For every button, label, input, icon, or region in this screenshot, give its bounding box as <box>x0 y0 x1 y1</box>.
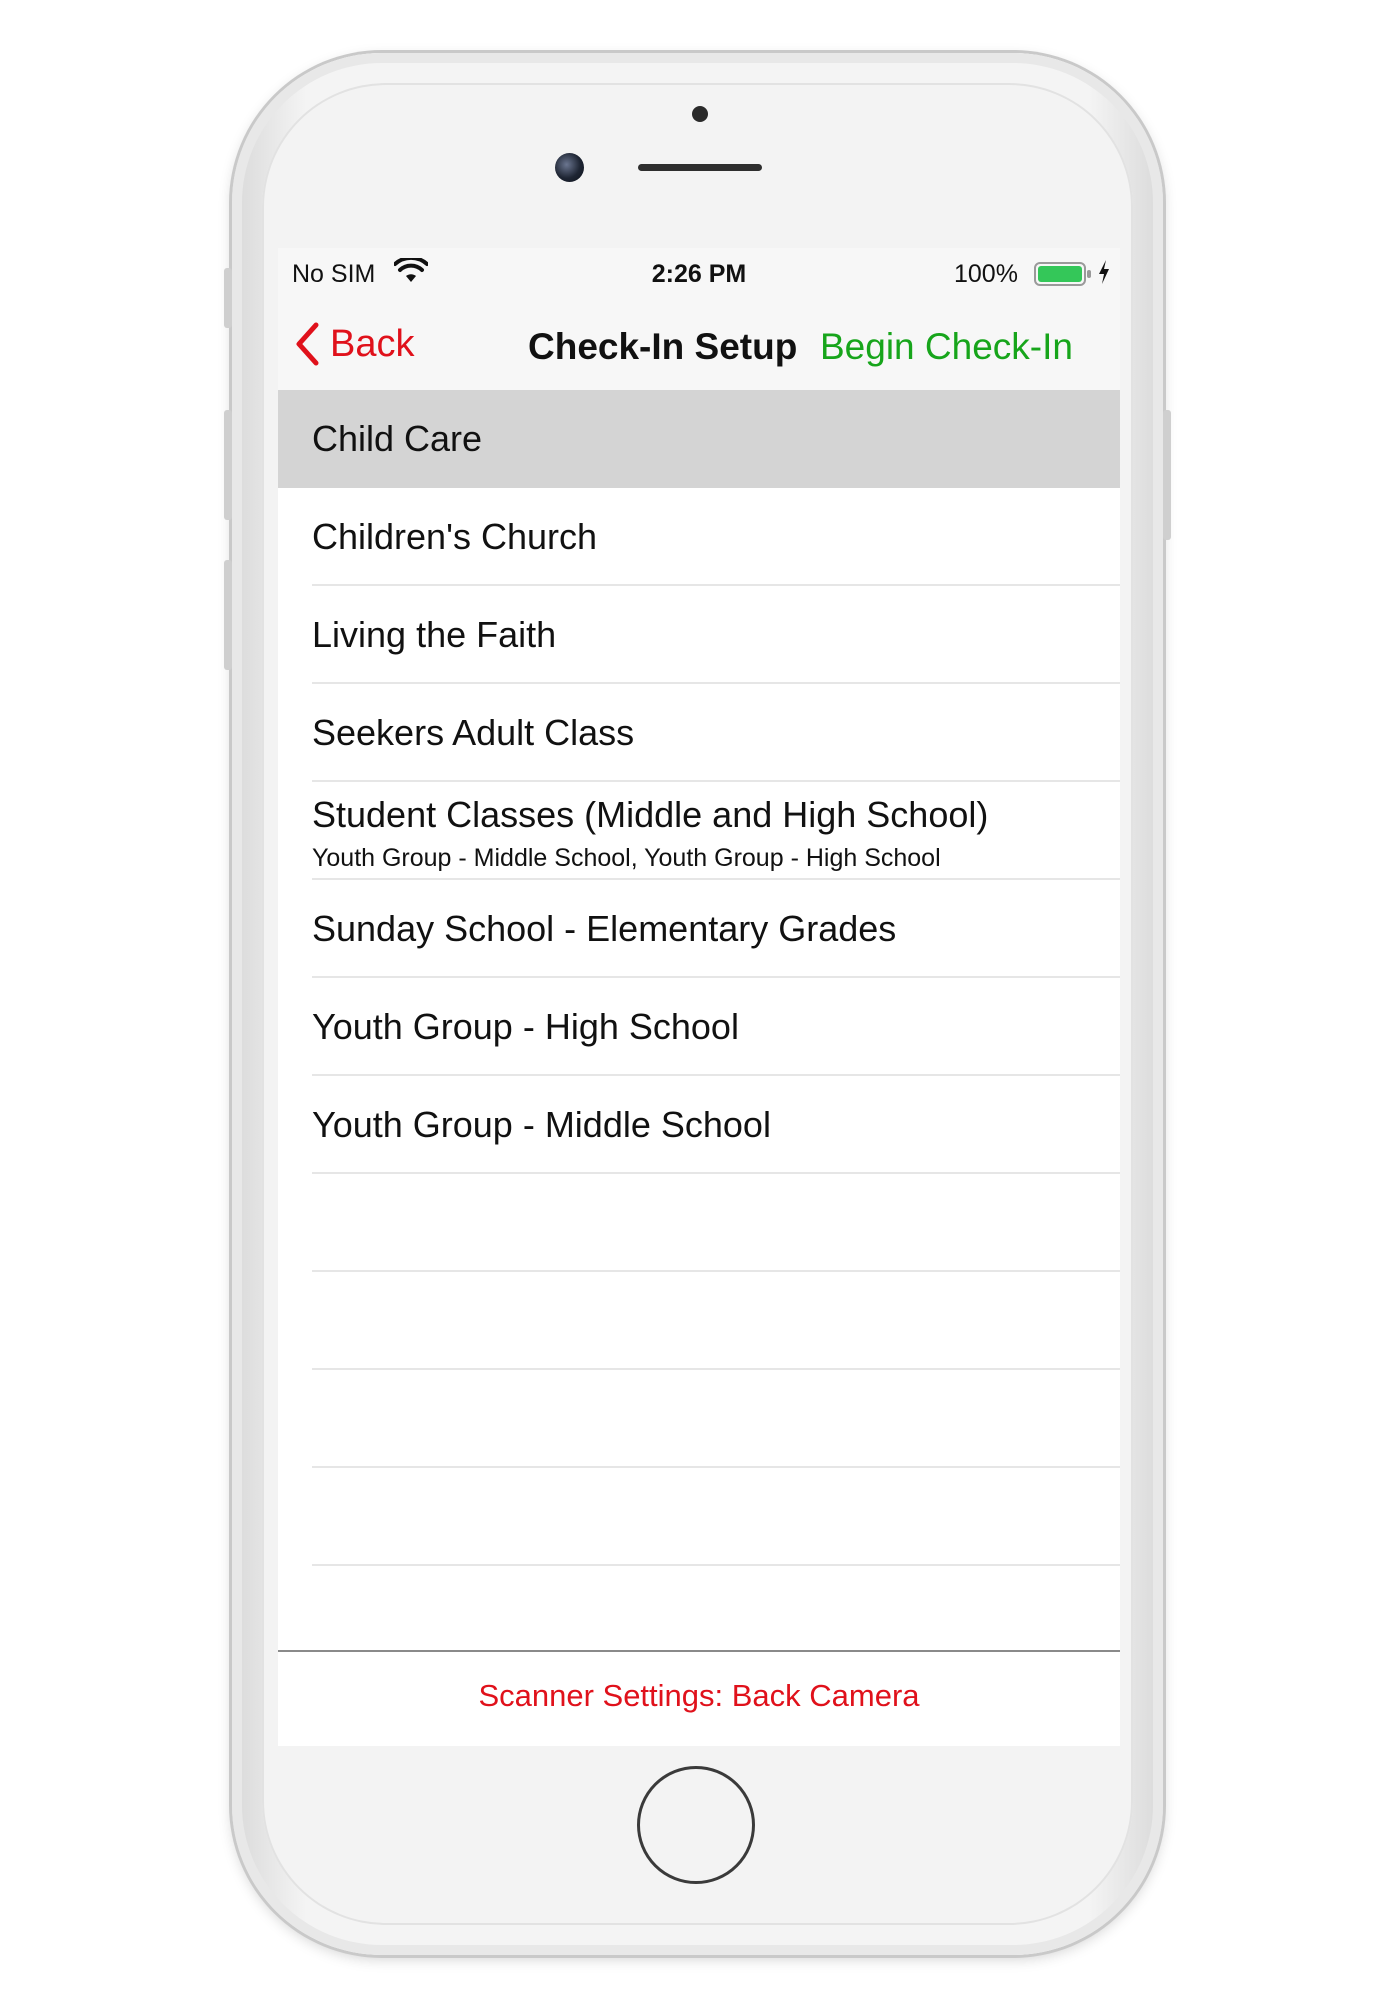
list-item[interactable]: Sunday School - Elementary Grades <box>278 880 1120 978</box>
battery-icon <box>1034 262 1091 286</box>
list-item[interactable]: Seekers Adult Class <box>278 684 1120 782</box>
app-screen: No SIM 2:26 PM 100% Back Check-In Setup … <box>278 248 1120 1746</box>
navigation-bar: Back Check-In Setup Begin Check-In <box>278 298 1120 390</box>
class-list: Child Care Children's Church Living the … <box>278 390 1120 1664</box>
chevron-left-icon <box>296 322 319 366</box>
list-item[interactable]: Living the Faith <box>278 586 1120 684</box>
list-item[interactable]: Youth Group - High School <box>278 978 1120 1076</box>
charging-bolt-icon <box>1099 260 1109 284</box>
list-item-title: Youth Group - High School <box>312 1006 739 1047</box>
list-item-title: Sunday School - Elementary Grades <box>312 908 897 949</box>
scanner-settings-button[interactable]: Scanner Settings: Back Camera <box>278 1678 1120 1714</box>
empty-list-row <box>278 1370 1120 1468</box>
power-button <box>1163 410 1171 540</box>
earpiece-speaker <box>638 164 762 171</box>
empty-list-row <box>278 1174 1120 1272</box>
list-item-title: Seekers Adult Class <box>312 712 635 753</box>
list-item[interactable]: Youth Group - Middle School <box>278 1076 1120 1174</box>
empty-list-row <box>278 1272 1120 1370</box>
mute-switch <box>224 268 232 328</box>
proximity-sensor <box>692 106 708 122</box>
battery-percent: 100% <box>954 260 1018 288</box>
list-item-title: Student Classes (Middle and High School) <box>312 794 989 835</box>
status-bar: No SIM 2:26 PM 100% <box>278 248 1120 298</box>
front-camera <box>555 153 584 182</box>
home-button[interactable] <box>637 1766 755 1884</box>
list-item-title: Child Care <box>312 418 483 459</box>
back-button[interactable]: Back <box>294 322 414 366</box>
list-item-subtitle: Youth Group - Middle School, Youth Group… <box>312 844 941 872</box>
list-item-title: Living the Faith <box>312 614 557 655</box>
list-item-title: Youth Group - Middle School <box>312 1104 771 1145</box>
back-label: Back <box>330 322 415 365</box>
list-item-title: Children's Church <box>312 516 597 557</box>
volume-up-button <box>224 410 232 520</box>
begin-check-in-button[interactable]: Begin Check-In <box>820 326 1073 368</box>
list-item[interactable]: Children's Church <box>278 488 1120 586</box>
empty-list-row <box>278 1468 1120 1566</box>
list-item[interactable]: Child Care <box>278 390 1120 488</box>
page-title: Check-In Setup <box>528 326 798 367</box>
list-item[interactable]: Student Classes (Middle and High School)… <box>278 782 1120 880</box>
bottom-toolbar: Scanner Settings: Back Camera <box>278 1650 1120 1746</box>
volume-down-button <box>224 560 232 670</box>
